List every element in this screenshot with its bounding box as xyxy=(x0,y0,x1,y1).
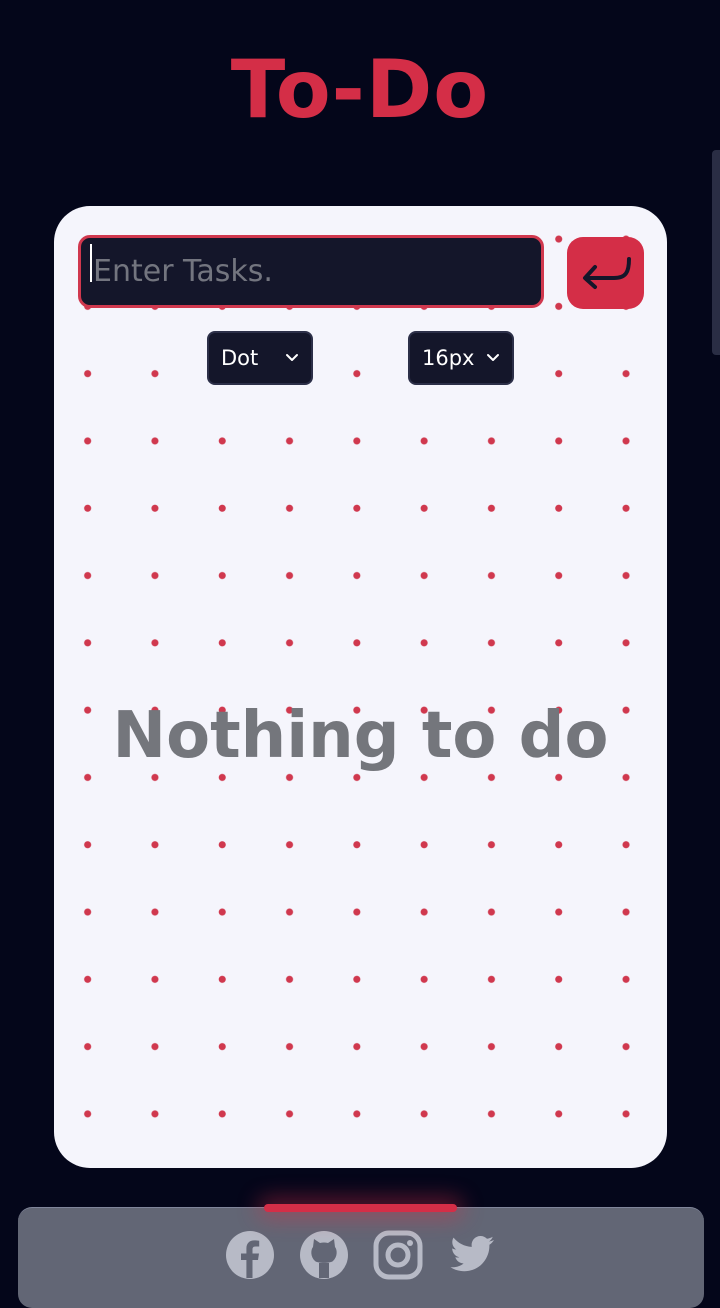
twitter-icon[interactable] xyxy=(447,1230,497,1280)
size-select-value: 16px xyxy=(422,346,475,370)
chevron-down-icon xyxy=(487,354,499,361)
size-select[interactable]: 16px xyxy=(408,331,514,385)
social-links xyxy=(18,1230,704,1280)
todo-card: Dot 16px Nothing to do xyxy=(54,206,667,1168)
task-input[interactable] xyxy=(78,235,544,308)
accent-bar xyxy=(264,1204,457,1212)
style-select[interactable]: Dot xyxy=(207,331,313,385)
enter-return-icon xyxy=(582,257,631,289)
scrollbar[interactable] xyxy=(712,150,720,355)
empty-state-message: Nothing to do xyxy=(112,699,609,773)
github-icon[interactable] xyxy=(299,1230,349,1280)
add-task-button[interactable] xyxy=(567,237,644,309)
instagram-icon[interactable] xyxy=(373,1230,423,1280)
footer xyxy=(18,1207,704,1308)
page-title: To-Do xyxy=(230,43,490,136)
facebook-icon[interactable] xyxy=(225,1230,275,1280)
text-caret xyxy=(90,244,92,282)
chevron-down-icon xyxy=(286,354,298,361)
style-select-value: Dot xyxy=(221,346,259,370)
